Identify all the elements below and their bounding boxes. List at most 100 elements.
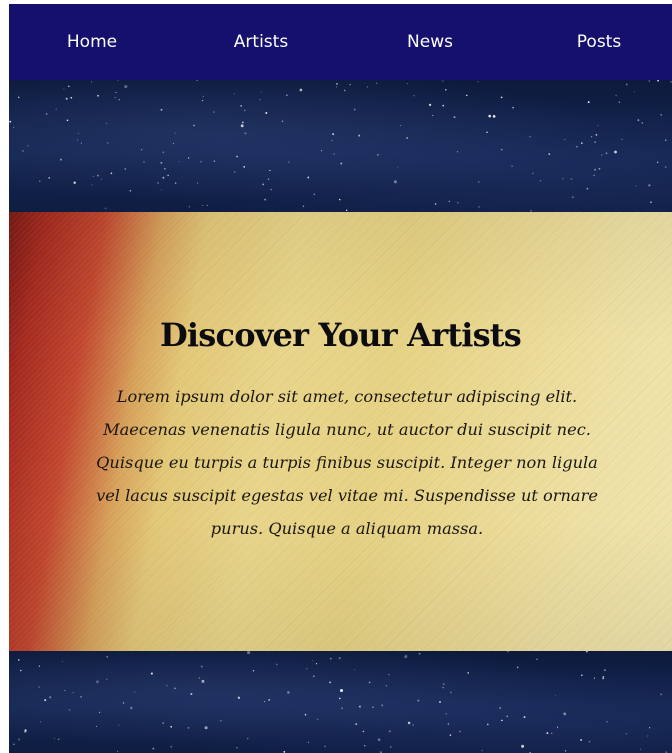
star-speck: [12, 126, 15, 129]
star-speck: [312, 660, 314, 662]
star-speck: [320, 150, 323, 152]
star-speck: [313, 193, 316, 196]
star-speck: [281, 120, 284, 122]
star-speck: [349, 84, 351, 86]
nav-link-home[interactable]: Home: [67, 4, 117, 80]
star-speck: [445, 713, 447, 715]
star-speck: [453, 116, 456, 119]
star-speck: [449, 691, 452, 694]
star-speck: [388, 730, 391, 733]
star-speck: [664, 166, 667, 168]
star-speck: [117, 80, 119, 81]
star-speck: [338, 657, 341, 659]
star-speck: [118, 98, 120, 101]
star-speck: [98, 711, 101, 714]
star-speck: [157, 182, 159, 184]
nav-link-news[interactable]: News: [407, 4, 453, 80]
star-speck: [625, 732, 628, 735]
star-speck: [202, 679, 204, 682]
star-speck: [267, 178, 270, 180]
star-speck: [641, 122, 644, 124]
star-speck: [27, 144, 29, 147]
star-speck: [413, 94, 415, 97]
star-speck: [594, 168, 596, 171]
star-speck: [335, 86, 338, 88]
star-speck: [101, 178, 103, 180]
star-speck: [299, 88, 303, 92]
star-speck: [329, 657, 332, 660]
star-speck: [406, 83, 408, 85]
star-speck: [407, 721, 411, 725]
star-speck: [45, 113, 48, 115]
star-speck: [124, 85, 128, 89]
star-speck: [588, 740, 591, 743]
star-speck: [639, 748, 642, 751]
star-speck: [18, 738, 21, 741]
star-speck: [115, 91, 117, 94]
star-speck: [67, 85, 70, 88]
star-speck: [97, 94, 99, 97]
star-speck: [302, 205, 305, 207]
star-speck: [593, 174, 595, 176]
star-speck: [501, 719, 503, 722]
star-speck: [586, 187, 589, 190]
star-speck: [38, 665, 40, 667]
star-speck: [576, 145, 578, 148]
star-speck: [262, 183, 265, 186]
star-speck: [55, 108, 57, 111]
star-speck: [324, 745, 326, 748]
star-speck: [68, 708, 71, 711]
star-speck: [65, 97, 68, 100]
star-speck: [187, 727, 190, 729]
star-speck: [287, 691, 290, 694]
star-speck: [376, 82, 378, 84]
star-speck: [160, 161, 163, 164]
star-speck: [486, 131, 488, 134]
star-speck: [660, 693, 663, 696]
star-speck: [353, 108, 356, 111]
star-speck: [602, 677, 604, 680]
star-speck: [202, 95, 204, 97]
star-speck: [364, 745, 366, 747]
star-speck: [339, 688, 344, 693]
star-speck: [90, 81, 93, 83]
star-speck: [564, 750, 567, 752]
star-speck: [196, 80, 199, 81]
star-speck: [529, 135, 532, 138]
star-speck: [150, 672, 153, 675]
star-speck: [377, 738, 381, 742]
star-speck: [143, 161, 145, 163]
star-speck: [447, 723, 450, 725]
star-speck: [206, 204, 208, 206]
star-speck: [404, 655, 408, 659]
star-speck: [412, 724, 414, 726]
star-speck: [106, 678, 108, 680]
star-speck: [240, 124, 244, 128]
star-speck: [521, 744, 525, 748]
star-speck: [580, 674, 583, 677]
star-speck: [76, 139, 78, 141]
star-speck: [240, 105, 242, 107]
star-speck: [117, 750, 119, 752]
star-speck: [657, 80, 659, 82]
star-speck: [243, 166, 246, 168]
star-speck: [449, 734, 452, 736]
star-speck: [340, 162, 343, 165]
nav-link-posts[interactable]: Posts: [577, 4, 621, 80]
top-nav: Home Artists News Posts: [9, 4, 672, 80]
star-speck: [264, 198, 267, 201]
star-speck: [152, 747, 155, 750]
star-speck: [512, 106, 514, 109]
hero-title: Discover Your Artists: [159, 316, 522, 354]
star-speck: [456, 201, 459, 204]
nav-link-artists[interactable]: Artists: [234, 4, 288, 80]
star-speck: [602, 676, 605, 678]
star-speck: [406, 137, 408, 139]
star-speck: [499, 707, 501, 709]
star-speck: [118, 724, 120, 726]
star-speck: [315, 663, 318, 665]
star-speck: [388, 673, 390, 676]
star-speck: [122, 702, 125, 704]
star-speck: [660, 114, 663, 116]
star-speck: [201, 99, 204, 102]
